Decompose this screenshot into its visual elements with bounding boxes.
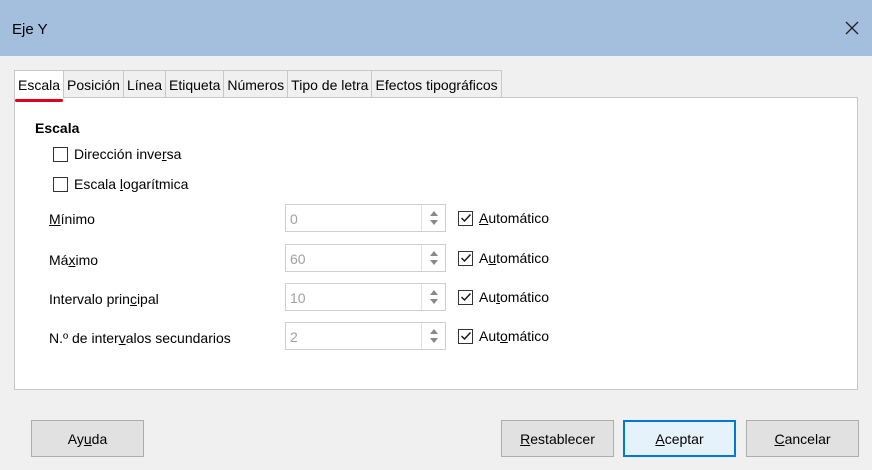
section-title: Escala: [35, 120, 80, 136]
tab-label: Tipo de letra: [291, 76, 369, 93]
checkbox-box[interactable]: [458, 328, 473, 344]
main-interval-auto-checkbox[interactable]: Automático: [458, 289, 549, 305]
tab-label: Escala: [18, 76, 61, 93]
minimum-spinbox[interactable]: 0: [285, 204, 446, 232]
tab-linea[interactable]: Línea: [122, 70, 166, 98]
minimum-value: 0: [290, 211, 298, 227]
check-icon: [460, 332, 471, 341]
reset-button[interactable]: Restablecer: [501, 420, 614, 457]
minor-intervals-value: 2: [290, 329, 298, 345]
reverse-direction-label: Dirección inversa: [74, 146, 182, 162]
minor-intervals-label: N.º de intervalos secundarios: [49, 330, 231, 346]
minor-intervals-auto-checkbox[interactable]: Automático: [458, 328, 549, 344]
spin-up-icon[interactable]: [429, 251, 438, 256]
check-icon: [460, 254, 471, 263]
checkbox-box[interactable]: [53, 146, 68, 162]
spin-arrows[interactable]: [421, 284, 445, 310]
close-icon: [845, 21, 859, 35]
log-scale-label: Escala logarítmica: [74, 176, 189, 192]
auto-label: Automático: [479, 328, 550, 344]
window-title: Eje Y: [12, 21, 48, 38]
main-interval-label: Intervalo principal: [49, 291, 159, 307]
tab-label: Línea: [126, 76, 162, 93]
checkbox-box[interactable]: [458, 250, 473, 266]
tab-label: Efectos tipográficos: [375, 76, 498, 93]
spin-down-icon[interactable]: [429, 220, 438, 225]
tab-posicion[interactable]: Posición: [63, 70, 124, 98]
title-bar: Eje Y: [0, 0, 872, 56]
log-scale-checkbox[interactable]: Escala logarítmica: [53, 176, 188, 192]
check-icon: [460, 214, 471, 223]
auto-label: Automático: [479, 250, 550, 266]
tab-label: Etiqueta: [169, 76, 221, 93]
maximum-spinbox[interactable]: 60: [285, 244, 446, 272]
spin-down-icon[interactable]: [429, 260, 438, 265]
cancel-button[interactable]: Cancelar: [746, 420, 859, 457]
spin-up-icon[interactable]: [429, 290, 438, 295]
close-button[interactable]: [832, 12, 872, 44]
minor-intervals-spinbox[interactable]: 2: [285, 322, 446, 350]
cancel-button-label: Cancelar: [774, 430, 831, 447]
main-interval-value: 10: [290, 290, 306, 306]
spin-arrows[interactable]: [421, 323, 445, 349]
maximum-label: Máximo: [49, 252, 99, 268]
tab-label: Números: [227, 76, 285, 93]
tab-tipo-de-letra[interactable]: Tipo de letra: [287, 70, 373, 98]
tab-escala[interactable]: Escala: [14, 70, 65, 102]
checkbox-box[interactable]: [53, 176, 68, 192]
auto-label: Automático: [479, 210, 550, 226]
reset-button-label: Restablecer: [520, 430, 595, 447]
checkbox-box[interactable]: [458, 289, 473, 305]
auto-label: Automático: [479, 289, 550, 305]
tab-etiqueta[interactable]: Etiqueta: [165, 70, 225, 98]
tab-numeros[interactable]: Números: [223, 70, 289, 98]
minimum-label: Mínimo: [49, 211, 95, 227]
tab-efectos-tipograficos[interactable]: Efectos tipográficos: [371, 70, 502, 98]
tab-label: Posición: [67, 76, 120, 93]
spin-down-icon[interactable]: [429, 299, 438, 304]
reverse-direction-checkbox[interactable]: Dirección inversa: [53, 146, 181, 162]
spin-arrows[interactable]: [421, 205, 445, 231]
minimum-auto-checkbox[interactable]: Automático: [458, 210, 549, 226]
ok-button-label: Aceptar: [655, 430, 704, 447]
main-interval-spinbox[interactable]: 10: [285, 283, 446, 311]
spin-up-icon[interactable]: [429, 211, 438, 216]
spin-up-icon[interactable]: [429, 329, 438, 334]
help-button[interactable]: Ayuda: [31, 420, 144, 457]
tab-bar: Escala Posición Línea Etiqueta Números T…: [14, 70, 502, 102]
ok-button[interactable]: Aceptar: [623, 420, 736, 457]
check-icon: [460, 293, 471, 302]
scale-panel: Escala Dirección inversa Escala logarítm…: [14, 97, 858, 390]
help-button-label: Ayuda: [67, 430, 108, 447]
spin-down-icon[interactable]: [429, 338, 438, 343]
checkbox-box[interactable]: [458, 210, 473, 226]
maximum-auto-checkbox[interactable]: Automático: [458, 250, 549, 266]
spin-arrows[interactable]: [421, 245, 445, 271]
maximum-value: 60: [290, 251, 306, 267]
